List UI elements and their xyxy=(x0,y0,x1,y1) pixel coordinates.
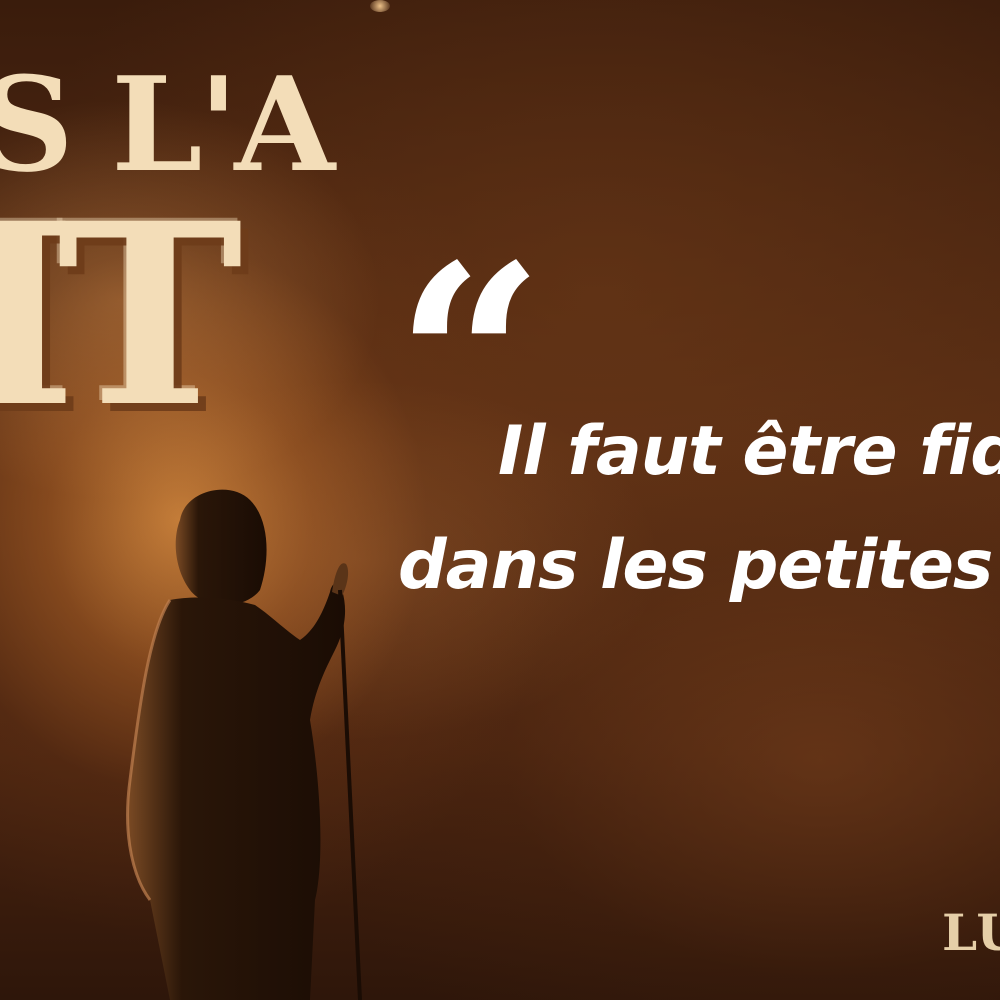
microphone-stand xyxy=(338,589,362,1000)
signature-mark: LU xyxy=(942,903,1000,962)
show-logo: S L'A IT xyxy=(0,40,335,462)
photo-stage: S L'A IT “ Il faut être fid dans les pet… xyxy=(0,0,1000,1000)
logo-line-bottom: IT xyxy=(0,168,243,462)
performer-head xyxy=(175,489,267,605)
stage-spotlight xyxy=(370,0,390,12)
performer-silhouette xyxy=(126,489,362,1000)
quote-line-1: Il faut être fid xyxy=(498,412,1000,491)
quote-line-2: dans les petites c xyxy=(398,526,1000,605)
performer-body xyxy=(127,583,346,1000)
